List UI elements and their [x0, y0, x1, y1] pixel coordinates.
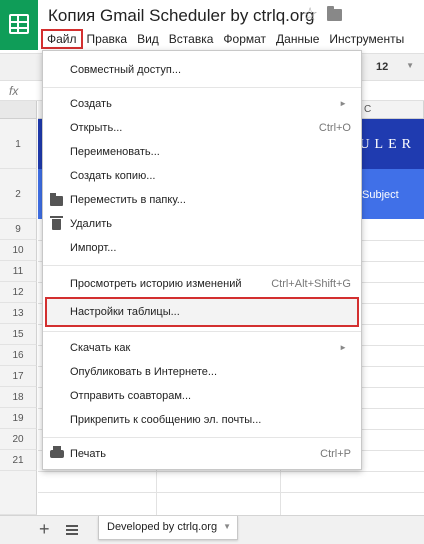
menu-item-spreadsheet-settings[interactable]: Настройки таблицы...: [43, 301, 361, 323]
menu-item-label: Переименовать...: [70, 146, 160, 158]
menu-item-create[interactable]: Создать ►: [43, 93, 361, 115]
menu-item-email-attachment[interactable]: Прикрепить к сообщению эл. почты...: [43, 409, 361, 431]
shortcut-label: Ctrl+Alt+Shift+G: [271, 278, 351, 290]
menu-item-label: Создать копию...: [70, 170, 156, 182]
menu-format[interactable]: Формат: [218, 30, 271, 48]
sheet-tab[interactable]: Developed by ctrlq.org ▼: [98, 516, 238, 540]
sheet-tab-label: Developed by ctrlq.org: [107, 521, 218, 533]
menu-item-label: Печать: [70, 448, 107, 460]
menu-data[interactable]: Данные: [271, 30, 324, 48]
sheet-tabs-bar: + Developed by ctrlq.org ▼: [0, 515, 424, 544]
menu-separator: [43, 437, 361, 438]
menu-view[interactable]: Вид: [132, 30, 164, 48]
row-header[interactable]: 18: [0, 387, 37, 408]
chevron-down-icon: ▼: [406, 61, 414, 70]
menu-item-email-collaborators[interactable]: Отправить соавторам...: [43, 385, 361, 407]
folder-icon: [50, 193, 63, 206]
submenu-arrow-icon: ►: [339, 99, 347, 108]
menu-item-label: Отправить соавторам...: [70, 390, 192, 402]
sheets-logo-icon[interactable]: [0, 0, 38, 50]
menu-separator: [43, 265, 361, 266]
menu-item-label: Прикрепить к сообщению эл. почты...: [70, 414, 262, 426]
menu-item-rename[interactable]: Переименовать...: [43, 141, 361, 163]
folder-icon[interactable]: [327, 6, 342, 21]
menu-edit[interactable]: Правка: [82, 30, 133, 48]
menu-item-label: Совместный доступ...: [70, 64, 182, 76]
shortcut-label: Ctrl+O: [318, 122, 351, 134]
menu-separator: [43, 87, 361, 88]
add-sheet-icon[interactable]: +: [39, 519, 50, 540]
menu-item-open[interactable]: Открыть... Ctrl+O: [43, 117, 361, 139]
grid-corner[interactable]: [0, 101, 37, 119]
row-header[interactable]: 13: [0, 303, 37, 324]
menu-insert[interactable]: Вставка: [164, 30, 219, 48]
menu-item-label: Импорт...: [70, 242, 117, 254]
row-header[interactable]: 10: [0, 240, 37, 261]
menubar: Файл Правка Вид Вставка Формат Данные Ин…: [41, 29, 409, 49]
grid-line: [38, 492, 424, 493]
star-icon[interactable]: ☆: [302, 4, 318, 25]
menu-item-download-as[interactable]: Скачать как ►: [43, 337, 361, 359]
menu-item-label: Опубликовать в Интернете...: [70, 366, 218, 378]
row-header[interactable]: 11: [0, 261, 37, 282]
menu-item-move-to-folder[interactable]: Переместить в папку...: [43, 189, 361, 211]
trash-icon: [50, 216, 63, 230]
menu-item-make-copy[interactable]: Создать копию...: [43, 165, 361, 187]
row-header[interactable]: 12: [0, 282, 37, 303]
row-header[interactable]: 20: [0, 429, 37, 450]
file-menu: Совместный доступ... Создать ► Открыть..…: [42, 50, 362, 470]
row-header[interactable]: 9: [0, 219, 37, 240]
menu-file[interactable]: Файл: [41, 29, 83, 49]
menu-separator: [43, 331, 361, 332]
row-header[interactable]: 2: [0, 169, 37, 219]
document-title[interactable]: Копия Gmail Scheduler by ctrlq.org: [48, 6, 314, 26]
shortcut-label: Ctrl+P: [320, 448, 351, 460]
submenu-arrow-icon: ►: [339, 343, 347, 352]
row-header[interactable]: 17: [0, 366, 37, 387]
grid-line: [38, 471, 424, 472]
menu-item-label: Скачать как: [70, 342, 131, 354]
column-c-label: C: [364, 104, 372, 115]
menu-item-revision-history[interactable]: Просмотреть историю изменений Ctrl+Alt+S…: [43, 273, 361, 295]
app-header: Копия Gmail Scheduler by ctrlq.org ☆ Фай…: [0, 0, 424, 50]
menu-item-label: Переместить в папку...: [70, 194, 186, 206]
menu-item-label: Удалить: [70, 218, 112, 230]
font-size-value: 12: [376, 61, 389, 73]
row-header[interactable]: 16: [0, 345, 37, 366]
menu-item-print[interactable]: Печать Ctrl+P: [43, 443, 361, 465]
menu-item-import[interactable]: Импорт...: [43, 237, 361, 259]
menu-item-label: Настройки таблицы...: [70, 306, 180, 318]
sheets-list-icon[interactable]: [66, 525, 78, 535]
row-header[interactable]: 19: [0, 408, 37, 429]
fx-icon: fx: [9, 84, 19, 98]
menu-item-share[interactable]: Совместный доступ...: [43, 59, 361, 81]
font-size-select[interactable]: 12 ▼: [368, 58, 420, 78]
row-header[interactable]: 15: [0, 324, 37, 345]
row-header[interactable]: 21: [0, 450, 37, 471]
menu-item-label: Просмотреть историю изменений: [70, 278, 242, 290]
chevron-down-icon[interactable]: ▼: [223, 522, 231, 531]
printer-icon: [50, 446, 64, 458]
subject-label: Subject: [362, 189, 399, 201]
menu-item-delete[interactable]: Удалить: [43, 213, 361, 235]
menu-item-label: Открыть...: [70, 122, 123, 134]
row-header[interactable]: 1: [0, 119, 37, 169]
menu-tools[interactable]: Инструменты: [324, 30, 409, 48]
menu-item-label: Создать: [70, 98, 112, 110]
row-header[interactable]: [0, 471, 37, 515]
menu-item-publish[interactable]: Опубликовать в Интернете...: [43, 361, 361, 383]
